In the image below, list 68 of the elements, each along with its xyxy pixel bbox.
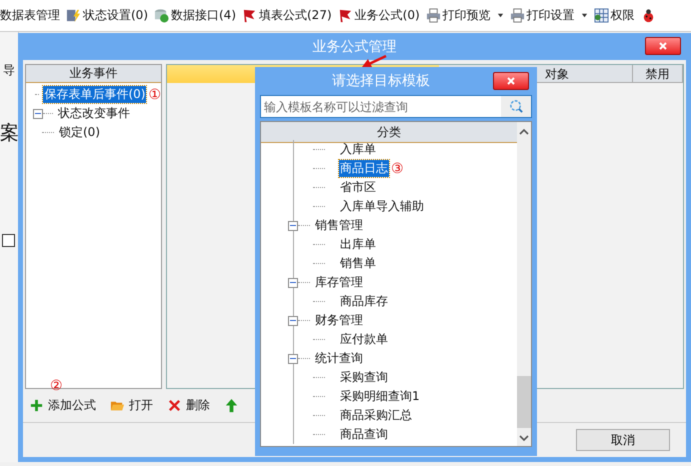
- up-arrow-icon: [224, 398, 239, 414]
- tree-item[interactable]: 财务管理: [314, 312, 364, 329]
- tree-item[interactable]: 商品库存: [339, 293, 389, 310]
- tree-item[interactable]: 采购明细查询1: [339, 388, 421, 405]
- toolbar-button[interactable]: 添加公式: [29, 397, 96, 414]
- toolbar-button[interactable]: 打印预览: [426, 7, 504, 24]
- search-field[interactable]: 输入模板名称可以过滤查询: [260, 95, 532, 118]
- search-input[interactable]: 输入模板名称可以过滤查询: [261, 100, 501, 114]
- tree-item[interactable]: 状态改变事件: [57, 105, 131, 122]
- plus-icon: [29, 398, 44, 414]
- database-sync-icon: [154, 8, 169, 23]
- scroll-thumb[interactable]: [517, 376, 531, 428]
- callout-number: ③: [391, 160, 404, 176]
- collapse-toggle-icon[interactable]: [33, 108, 43, 118]
- flag-icon: [242, 8, 257, 23]
- column-header: 禁用: [633, 65, 683, 83]
- document-bolt-icon: [66, 8, 81, 23]
- tree-item[interactable]: 出库单: [339, 236, 377, 253]
- toolbar-button[interactable]: 打印设置: [510, 7, 588, 24]
- checkbox[interactable]: [2, 234, 15, 247]
- column-header: 业务事件: [26, 65, 161, 83]
- close-button[interactable]: [645, 37, 681, 55]
- collapse-toggle-icon[interactable]: [288, 220, 298, 230]
- delete-icon: [167, 398, 182, 414]
- toolbar-button[interactable]: 删除: [167, 397, 210, 414]
- side-label: 案: [0, 121, 19, 146]
- tree-item[interactable]: 入库单: [339, 141, 377, 158]
- toolbar-button[interactable]: 数据接口(4): [154, 7, 236, 24]
- tree-item[interactable]: 省市区: [339, 179, 377, 196]
- tree-item[interactable]: 库存管理: [314, 274, 364, 291]
- tree-item[interactable]: 应付款单: [339, 331, 389, 348]
- tree-item[interactable]: 采购查询: [339, 369, 389, 386]
- toolbar-button[interactable]: 填表公式(27): [242, 7, 332, 24]
- user-grid-icon: [594, 8, 609, 23]
- tree-item[interactable]: 商品查询: [339, 426, 389, 443]
- toolbar-button[interactable]: 打开: [110, 397, 153, 414]
- collapse-toggle-icon[interactable]: [288, 316, 298, 326]
- annotation-arrow: [361, 54, 387, 70]
- tree-item[interactable]: 统计查询: [314, 350, 364, 367]
- tree-item[interactable]: 入库单导入辅助: [339, 198, 425, 215]
- window-title: 请选择目标模板: [332, 72, 430, 90]
- tree-item[interactable]: 销售管理: [314, 217, 364, 234]
- callout-number: ①: [148, 86, 161, 102]
- toolbar-button[interactable]: 状态设置(0): [66, 7, 148, 24]
- close-icon: [506, 76, 516, 86]
- collapse-toggle-icon[interactable]: [288, 278, 298, 288]
- close-icon: [658, 41, 668, 51]
- close-button[interactable]: [493, 72, 529, 90]
- tree-item[interactable]: 销售单: [339, 255, 377, 272]
- scroll-down-icon[interactable]: [519, 434, 529, 442]
- tree-item[interactable]: 商品日志: [339, 160, 389, 177]
- scrollbar[interactable]: [517, 122, 531, 446]
- side-label: 导: [3, 62, 15, 79]
- search-icon[interactable]: [508, 99, 524, 114]
- tree-item[interactable]: 保存表单后事件(0): [43, 86, 146, 103]
- collapse-toggle-icon[interactable]: [288, 354, 298, 364]
- toolbar-button[interactable]: 业务公式(0): [338, 7, 420, 24]
- printer-icon: [426, 8, 441, 23]
- printer-icon: [510, 8, 525, 23]
- callout-number: ②: [50, 378, 63, 394]
- cancel-button[interactable]: 取消: [576, 429, 670, 451]
- window-title: 业务公式管理: [312, 38, 396, 56]
- tree-item[interactable]: 锁定(0): [58, 124, 101, 141]
- tree-item[interactable]: 商品采购汇总: [339, 407, 413, 424]
- flag-icon: [338, 8, 353, 23]
- toolbar-button[interactable]: 数据表管理: [0, 7, 60, 24]
- scroll-up-icon[interactable]: [519, 128, 529, 136]
- toolbar-button[interactable]: 权限: [594, 7, 635, 24]
